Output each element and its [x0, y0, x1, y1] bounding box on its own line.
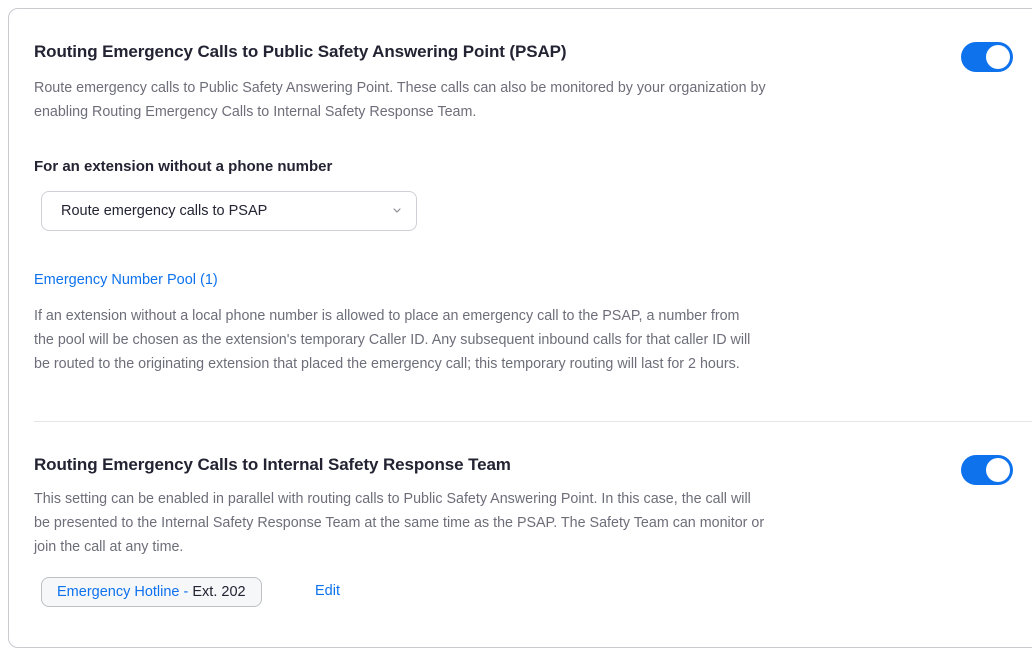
internal-description-line: join the call at any time. — [34, 539, 184, 555]
internal-description-line: be presented to the Internal Safety Resp… — [34, 515, 765, 531]
toggle-knob — [986, 458, 1010, 482]
chevron-down-icon — [393, 208, 401, 213]
internal-team-description: This setting can be enabled in parallel … — [34, 487, 764, 559]
extension-heading: For an extension without a phone number — [34, 158, 333, 175]
pool-description-line: be routed to the originating extension t… — [34, 356, 740, 372]
internal-team-toggle[interactable] — [961, 455, 1013, 485]
psap-toggle[interactable] — [961, 42, 1013, 72]
hotline-extension: Ext. 202 — [192, 584, 246, 600]
pool-description-line: If an extension without a local phone nu… — [34, 308, 740, 324]
psap-title: Routing Emergency Calls to Public Safety… — [34, 42, 567, 61]
edit-hotline-link[interactable]: Edit — [315, 583, 340, 599]
toggle-knob — [986, 45, 1010, 69]
internal-team-title: Routing Emergency Calls to Internal Safe… — [34, 455, 511, 474]
emergency-number-pool-link[interactable]: Emergency Number Pool (1) — [34, 272, 218, 288]
section-divider — [34, 421, 1032, 422]
internal-description-line: This setting can be enabled in parallel … — [34, 491, 751, 507]
pool-description: If an extension without a local phone nu… — [34, 304, 750, 376]
psap-description-line: enabling Routing Emergency Calls to Inte… — [34, 104, 477, 120]
psap-description: Route emergency calls to Public Safety A… — [34, 76, 766, 124]
extension-routing-select[interactable]: Route emergency calls to PSAP — [41, 191, 417, 231]
emergency-hotline-chip[interactable]: Emergency Hotline - Ext. 202 — [41, 577, 262, 607]
select-value: Route emergency calls to PSAP — [61, 203, 268, 219]
hotline-name: Emergency Hotline — [57, 584, 180, 600]
psap-description-line: Route emergency calls to Public Safety A… — [34, 80, 766, 96]
hotline-separator: - — [179, 584, 193, 600]
pool-description-line: the pool will be chosen as the extension… — [34, 332, 751, 348]
